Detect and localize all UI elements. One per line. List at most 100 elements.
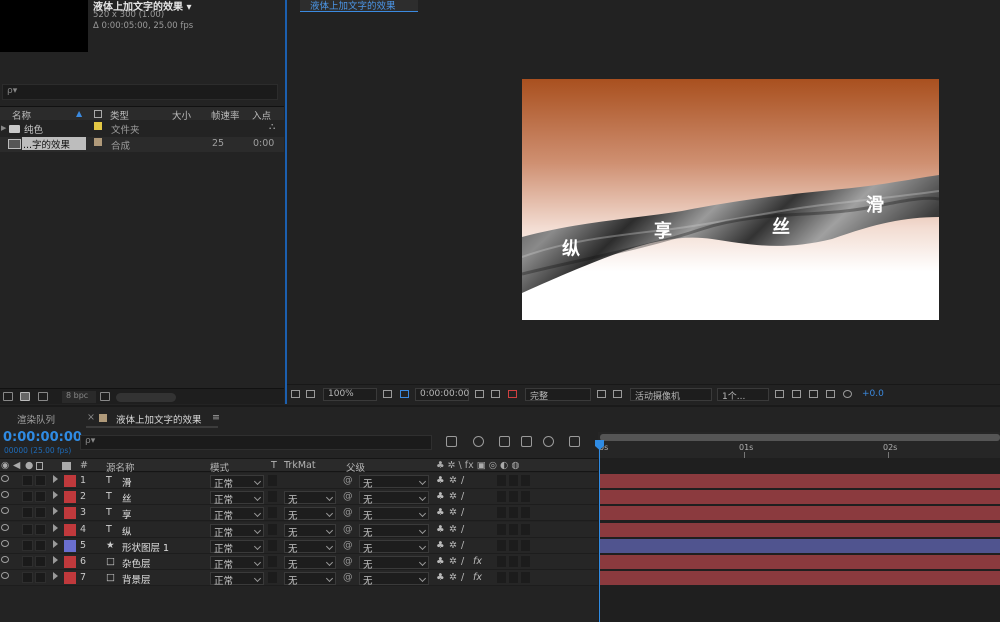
parent-pickwhip-icon[interactable]: @	[343, 540, 353, 551]
sort-arrow-icon[interactable]: ▲	[76, 109, 82, 118]
expand-arrow-icon[interactable]: ▶	[1, 124, 6, 132]
layer-row[interactable]: 7 □ 背景层 正常 无 @ 无 ♣ ✲ / fx	[0, 570, 598, 587]
region-of-interest-icon[interactable]	[597, 390, 606, 398]
layer-duration-bar[interactable]	[600, 474, 1000, 488]
layer-row[interactable]: 1 T 滑 正常 @ 无 ♣ ✲ /	[0, 473, 598, 490]
frame-blend-switch[interactable]	[497, 491, 506, 503]
channel-icon[interactable]	[508, 390, 517, 398]
layer-name[interactable]: 杂色层	[122, 556, 151, 570]
mode-dropdown[interactable]: 正常	[210, 572, 264, 587]
parent-dropdown[interactable]: 无	[359, 491, 429, 506]
parent-pickwhip-icon[interactable]: @	[343, 572, 353, 583]
trkmat-dropdown[interactable]: 无	[284, 507, 336, 522]
switches-icons[interactable]: ♣ ✲ \ fx ▣ ◎ ◐ ◍	[436, 460, 520, 471]
expand-arrow-icon[interactable]	[53, 556, 58, 564]
col-in[interactable]: 入点	[252, 108, 271, 122]
quality-icon[interactable]: /	[461, 475, 464, 486]
parent-pickwhip-icon[interactable]: @	[343, 507, 353, 518]
expand-arrow-icon[interactable]	[53, 475, 58, 483]
collapse-icon[interactable]: ✲	[449, 507, 457, 518]
adjustment-switch[interactable]	[521, 556, 530, 567]
label-color[interactable]	[64, 523, 76, 536]
quality-icon[interactable]: /	[461, 491, 464, 502]
frame-blend-switch[interactable]	[497, 556, 506, 567]
adjustment-switch[interactable]	[521, 539, 530, 551]
eye-icon[interactable]	[1, 523, 9, 531]
col-source-name[interactable]: 源名称	[106, 460, 135, 474]
layer-duration-bar[interactable]	[600, 490, 1000, 505]
layer-row[interactable]: 6 □ 杂色层 正常 无 @ 无 ♣ ✲ / fx	[0, 554, 598, 571]
lock-switch[interactable]	[35, 556, 46, 567]
col-size[interactable]: 大小	[172, 108, 191, 122]
collapse-icon[interactable]: ✲	[449, 524, 457, 535]
audio-switch[interactable]	[22, 523, 33, 535]
panel-menu-icon[interactable]: ≡	[212, 412, 220, 423]
label-color[interactable]	[64, 572, 76, 585]
audio-switch[interactable]	[22, 556, 33, 567]
motion-blur-switch[interactable]	[509, 507, 518, 519]
expand-arrow-icon[interactable]	[53, 572, 58, 581]
lock-switch[interactable]	[35, 491, 46, 503]
project-search-input[interactable]: ρ▾	[2, 84, 278, 100]
camera-dropdown[interactable]: 活动摄像机	[630, 388, 712, 402]
always-preview-icon[interactable]	[291, 390, 300, 398]
lock-icon[interactable]	[36, 462, 43, 470]
expand-arrow-icon[interactable]	[53, 491, 58, 500]
tab-render-queue[interactable]: 渲染队列	[17, 412, 55, 426]
motion-blur-switch[interactable]	[509, 475, 518, 486]
zoom-slider[interactable]	[116, 393, 176, 402]
interpret-footage-icon[interactable]	[3, 392, 13, 401]
layer-name[interactable]: 享	[122, 507, 132, 521]
snapshot-icon[interactable]	[475, 390, 484, 398]
layer-duration-bar[interactable]	[600, 506, 1000, 521]
layer-duration-bar[interactable]	[600, 538, 1000, 553]
preserve-transparency-switch[interactable]	[268, 556, 277, 567]
shy-icon[interactable]: ♣	[436, 475, 445, 486]
lock-switch[interactable]	[35, 475, 46, 486]
label-color[interactable]	[64, 507, 76, 520]
collapse-icon[interactable]: ✲	[449, 540, 457, 551]
parent-pickwhip-icon[interactable]: @	[343, 491, 353, 502]
zoom-dropdown[interactable]: 100%	[323, 388, 377, 401]
lock-switch[interactable]	[35, 507, 46, 519]
eye-icon[interactable]	[1, 556, 9, 563]
mode-dropdown[interactable]: 正常	[210, 475, 264, 490]
shy-icon[interactable]: ♣	[436, 524, 445, 535]
mode-dropdown[interactable]: 正常	[210, 491, 264, 506]
shy-icon[interactable]: ♣	[436, 572, 445, 583]
collapse-icon[interactable]: ✲	[449, 475, 457, 486]
collapse-icon[interactable]: ✲	[449, 572, 457, 583]
adjustment-switch[interactable]	[521, 491, 530, 503]
transparency-grid-icon[interactable]	[613, 390, 622, 398]
close-icon[interactable]: ×	[87, 412, 95, 423]
new-comp-icon[interactable]	[38, 392, 48, 401]
bit-depth-button[interactable]: 8 bpc	[62, 391, 96, 403]
layer-row[interactable]: 2 T 丝 正常 无 @ 无 ♣ ✲ /	[0, 489, 598, 506]
eye-icon[interactable]	[1, 539, 9, 547]
collapse-icon[interactable]: ✲	[449, 556, 457, 567]
layer-row[interactable]: 5 ★ 形状图层 1 正常 无 @ 无 ♣ ✲ /	[0, 537, 598, 555]
shy-layers-icon[interactable]	[499, 436, 510, 447]
eye-icon[interactable]	[1, 572, 9, 580]
audio-switch[interactable]	[22, 572, 33, 584]
motion-blur-switch[interactable]	[509, 491, 518, 503]
col-fps[interactable]: 帧速率	[211, 108, 240, 122]
expand-arrow-icon[interactable]	[53, 507, 58, 516]
layer-name[interactable]: 纵	[122, 524, 132, 538]
quality-icon[interactable]: /	[461, 524, 464, 535]
quality-icon[interactable]: /	[461, 540, 464, 551]
trkmat-dropdown[interactable]: 无	[284, 556, 336, 571]
eye-icon[interactable]	[1, 491, 9, 499]
mask-visibility-icon[interactable]	[400, 390, 409, 398]
grid-guides-icon[interactable]	[383, 390, 392, 398]
expand-arrow-icon[interactable]	[53, 539, 58, 548]
motion-blur-switch[interactable]	[509, 572, 518, 584]
frame-blend-switch[interactable]	[497, 539, 506, 551]
project-item-folder[interactable]: ▶ 纯色 文件夹 ⛬	[0, 121, 284, 136]
effects-icon[interactable]: fx	[473, 556, 482, 567]
layer-name[interactable]: 滑	[122, 475, 132, 489]
parent-pickwhip-icon[interactable]: @	[343, 556, 353, 567]
current-time[interactable]: 0:00:00:00	[3, 430, 82, 445]
tab-composition[interactable]: 液体上加文字的效果	[300, 0, 418, 12]
audio-switch[interactable]	[22, 539, 33, 551]
